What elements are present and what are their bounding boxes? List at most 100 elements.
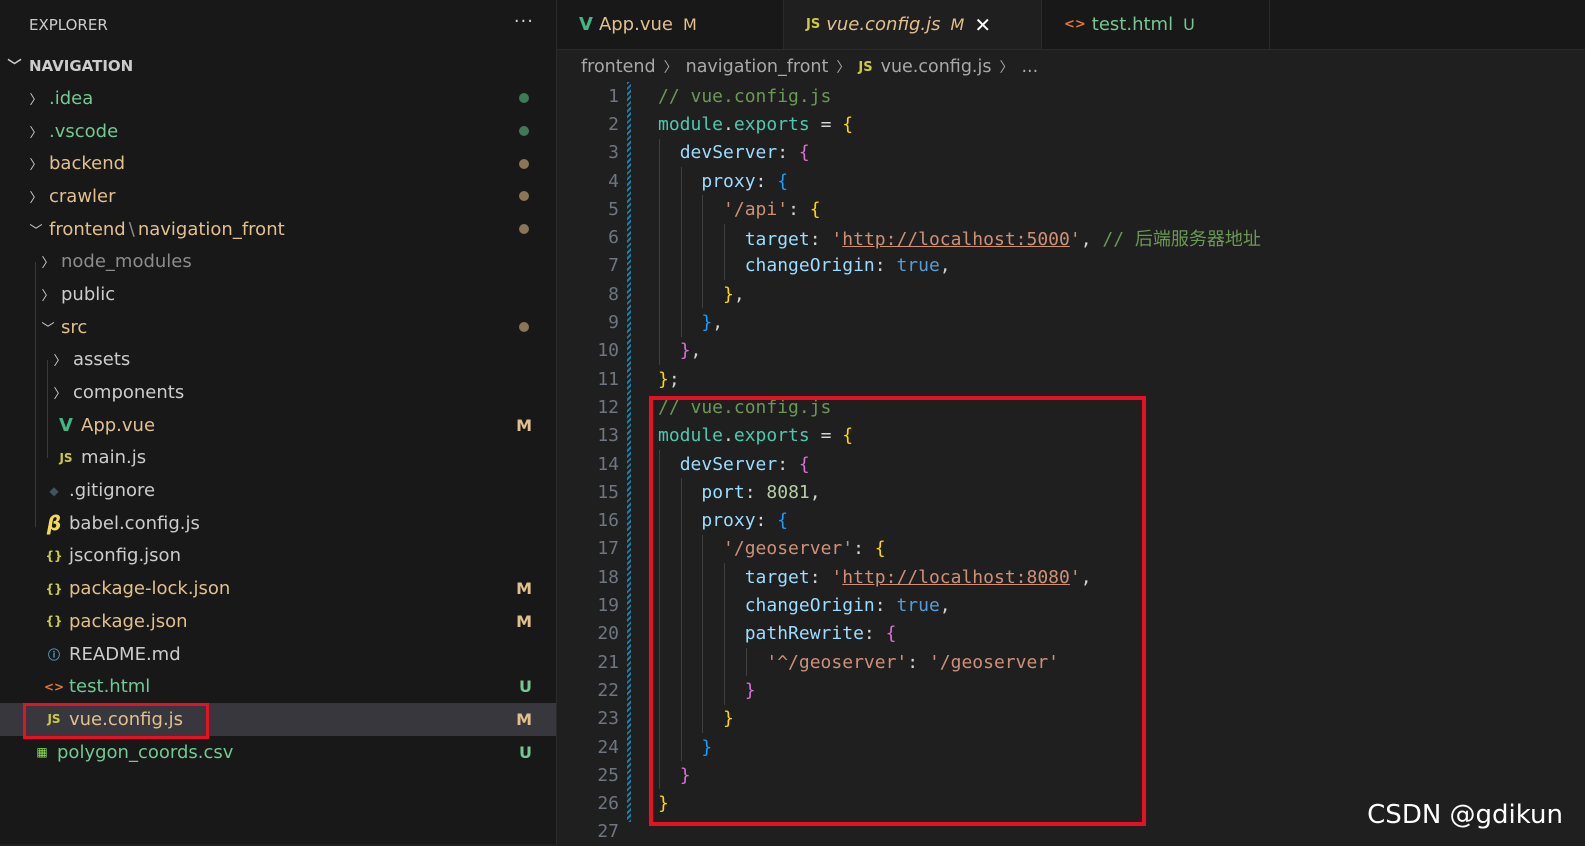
tab-app-vue[interactable]: V App.vue M — [557, 0, 784, 49]
line-number: 19 — [597, 595, 619, 617]
line-number: 5 — [608, 198, 619, 220]
code-line: 23 } — [557, 705, 734, 733]
code-text: proxy: { — [701, 510, 789, 532]
js-icon: JS — [59, 450, 73, 465]
code-text: } — [723, 708, 734, 730]
folder-item[interactable]: 〉 .idea — [0, 82, 556, 115]
html-icon: <> — [1064, 17, 1086, 32]
code-line: 26} — [557, 790, 669, 818]
more-actions-icon[interactable]: ··· — [514, 11, 534, 32]
code-text: }, — [701, 312, 724, 334]
file-item[interactable]: JS vue.config.js M — [0, 703, 556, 740]
workspace-name: NAVIGATION — [29, 56, 134, 75]
json-icon: {} — [45, 614, 63, 629]
file-item[interactable]: β babel.config.js — [0, 507, 556, 540]
file-item[interactable]: ◆ .gitignore — [0, 474, 556, 507]
code-text: // vue.config.js — [658, 396, 832, 418]
line-number: 3 — [608, 142, 619, 164]
tab-vue-config-js[interactable]: JS vue.config.js M ✕ — [784, 0, 1042, 49]
tree-item-label: babel.config.js — [69, 512, 200, 534]
tree-item-label: .gitignore — [69, 480, 156, 502]
code-line: 15 port: 8081, — [557, 478, 820, 506]
tab-test-html[interactable]: <> test.html U — [1042, 0, 1270, 49]
code-text: pathRewrite: { — [744, 623, 897, 645]
file-item[interactable]: {} package.json M — [0, 605, 556, 638]
code-line: 20 pathRewrite: { — [557, 620, 896, 648]
git-status-badge: M — [950, 15, 965, 34]
explorer-sidebar: EXPLORER ··· ﹀ NAVIGATION 〉 .idea 〉 .vscode… — [0, 0, 557, 844]
folder-item[interactable]: 〉 .vscode — [0, 115, 556, 148]
line-number: 1 — [608, 85, 619, 107]
code-line: 24 } — [557, 733, 712, 761]
close-icon[interactable]: ✕ — [974, 13, 991, 37]
file-item[interactable]: {} jsconfig.json — [0, 540, 556, 573]
git-status-dot — [519, 191, 529, 202]
indent-guide — [745, 648, 747, 677]
tree-item-label: test.html — [69, 676, 151, 698]
folder-item[interactable]: 〉 node_modules — [0, 245, 556, 278]
code-line: 6 target: 'http://localhost:5000', // 后端… — [557, 224, 1261, 252]
code-text: port: 8081, — [701, 481, 821, 503]
tree-item-label: package-lock.json — [69, 578, 231, 600]
line-number: 20 — [597, 623, 619, 645]
file-item[interactable]: V App.vue M — [0, 409, 556, 442]
indent-guide — [659, 449, 660, 790]
code-line: 9 }, — [557, 308, 723, 336]
workspace-section-header[interactable]: ﹀ NAVIGATION — [0, 49, 556, 82]
code-editor[interactable]: 1 // vue.config.js 2 module.exports = {3 de… — [557, 82, 1585, 844]
git-status-dot — [519, 158, 529, 169]
line-number: 2 — [608, 113, 619, 135]
indent-guide — [724, 223, 726, 281]
chevron-right-icon: 〉 — [29, 125, 43, 141]
code-text: }, — [723, 283, 745, 305]
line-number: 18 — [597, 566, 619, 588]
git-status-badge: M — [516, 709, 532, 729]
line-number: 10 — [597, 340, 619, 362]
chevron-right-icon: 〉 — [29, 190, 43, 206]
folder-item[interactable]: 〉 backend — [0, 147, 556, 180]
code-text: devServer: { — [679, 453, 810, 475]
babel-icon: β — [46, 511, 62, 536]
folder-item[interactable]: ﹀ frontend \ navigation_front — [0, 213, 556, 246]
info-icon: ⓘ — [47, 647, 60, 662]
code-text: target: 'http://localhost:5000', // 后端服务… — [744, 228, 1261, 250]
folder-item[interactable]: ﹀ src — [0, 311, 556, 344]
folder-item[interactable]: 〉 assets — [0, 344, 556, 377]
breadcrumb-item-navigation-front[interactable]: navigation_front — [686, 57, 829, 77]
line-number: 25 — [597, 764, 619, 786]
code-line: 19 changeOrigin: true, — [557, 591, 950, 619]
chevron-right-icon: 〉 — [29, 158, 43, 174]
chevron-right-icon: 〉 — [663, 60, 678, 76]
code-text: '/api': { — [723, 198, 821, 220]
line-number: 14 — [597, 453, 619, 475]
line-number: 21 — [597, 651, 619, 673]
tree-indent-guide — [47, 360, 48, 458]
file-item[interactable]: ⓘ README.md — [0, 638, 556, 671]
tree-item-label: assets — [73, 349, 131, 371]
tree-item-label: public — [61, 283, 116, 305]
js-icon: JS — [806, 17, 821, 32]
indent-guide — [680, 166, 682, 337]
html-icon: <> — [43, 679, 65, 694]
tab-label: App.vue — [598, 14, 673, 35]
line-number: 13 — [597, 425, 619, 447]
file-item[interactable]: ▦ polygon_coords.csv U — [0, 736, 556, 769]
file-item[interactable]: {} package-lock.json M — [0, 572, 556, 605]
file-item[interactable]: <> test.html U — [0, 670, 556, 703]
code-text: } — [679, 764, 691, 786]
code-line: 12 // vue.config.js — [557, 393, 831, 421]
folder-item[interactable]: 〉 crawler — [0, 180, 556, 213]
watermark: CSDN @gdikun — [1367, 800, 1563, 830]
folder-item[interactable]: 〉 public — [0, 278, 556, 311]
code-text: } — [744, 679, 756, 701]
file-item[interactable]: JS main.js — [0, 442, 556, 475]
code-text: // vue.config.js — [658, 85, 832, 107]
folder-item[interactable]: 〉 components — [0, 376, 556, 409]
code-line: 10 }, — [557, 337, 701, 365]
line-number: 22 — [597, 679, 619, 701]
tree-item-label: README.md — [69, 643, 181, 665]
breadcrumb-item-symbols[interactable]: ... — [1021, 57, 1038, 77]
tree-item-label: components — [73, 382, 185, 404]
breadcrumb-item-frontend[interactable]: frontend — [581, 57, 656, 77]
breadcrumb-item-file[interactable]: vue.config.js — [881, 57, 992, 77]
